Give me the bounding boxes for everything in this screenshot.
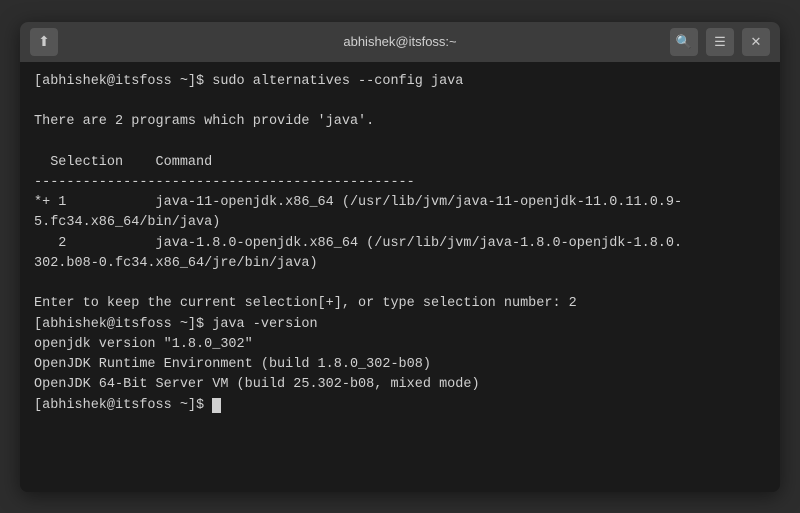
- terminal-cursor: [212, 398, 221, 413]
- title-bar-left: ⬆: [30, 28, 58, 56]
- menu-button[interactable]: ☰: [706, 28, 734, 56]
- terminal-body[interactable]: [abhishek@itsfoss ~]$ sudo alternatives …: [20, 62, 780, 492]
- search-button[interactable]: 🔍: [670, 28, 698, 56]
- title-bar: ⬆ abhishek@itsfoss:~ 🔍 ☰ ✕: [20, 22, 780, 62]
- title-bar-controls: 🔍 ☰ ✕: [670, 28, 770, 56]
- terminal-output: [abhishek@itsfoss ~]$ sudo alternatives …: [34, 74, 682, 413]
- terminal-icon: ⬆: [30, 28, 58, 56]
- window-title: abhishek@itsfoss:~: [343, 34, 456, 49]
- close-button[interactable]: ✕: [742, 28, 770, 56]
- terminal-window: ⬆ abhishek@itsfoss:~ 🔍 ☰ ✕ [abhishek@its…: [20, 22, 780, 492]
